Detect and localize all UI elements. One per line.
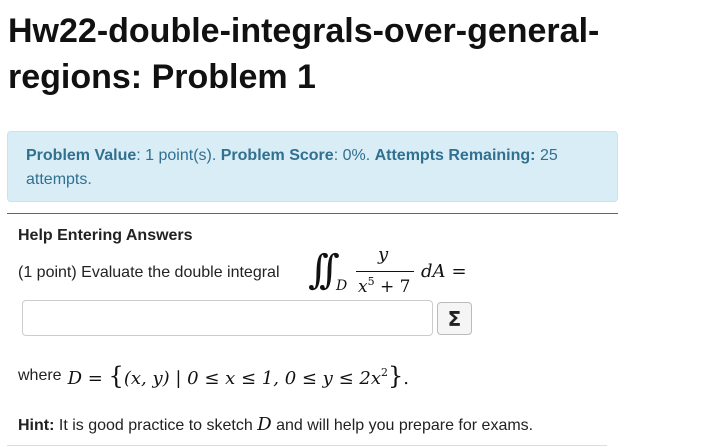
where-text: where [18,367,62,384]
sigma-icon: Σ [447,306,462,331]
differential-and-equals: dA = [421,261,467,282]
region-set-expression: D = {(x, y) | 0 ≤ x ≤ 1, 0 ≤ y ≤ 2x2}. [67,362,409,390]
fraction-denominator: x5 + 7 [358,275,411,297]
problem-score-label: Problem Score [220,147,334,164]
section-divider [7,213,618,214]
problem-info-box: Problem Value: 1 point(s). Problem Score… [7,131,618,202]
fraction-bar [356,271,414,272]
hint-text: Hint: It is good practice to sketch D an… [18,414,534,435]
fraction-numerator: y [378,244,389,265]
problem-score-text: : 0%. [333,147,375,164]
hint-label: Hint: [18,417,55,434]
answer-input[interactable] [22,300,433,336]
page-title: Hw22-double-integrals-over-general-regio… [8,12,600,96]
equation-editor-button[interactable]: Σ [437,302,472,335]
help-entering-answers-link[interactable]: Help Entering Answers [18,227,193,245]
bottom-divider [7,445,607,446]
problem-value-text: : 1 point(s). [136,147,221,164]
double-integral-expression: ∫ ∫ D y x5 + 7 dA = [306,242,486,302]
attempts-remaining-label: Attempts Remaining: [374,147,536,164]
integral-region-subscript: D [336,278,348,294]
problem-value-label: Problem Value [26,147,137,164]
problem-statement: (1 point) Evaluate the double integral [18,264,280,281]
hint-region-symbol: D [257,414,272,435]
region-definition: where D = {(x, y) | 0 ≤ x ≤ 1, 0 ≤ y ≤ 2… [18,360,409,392]
